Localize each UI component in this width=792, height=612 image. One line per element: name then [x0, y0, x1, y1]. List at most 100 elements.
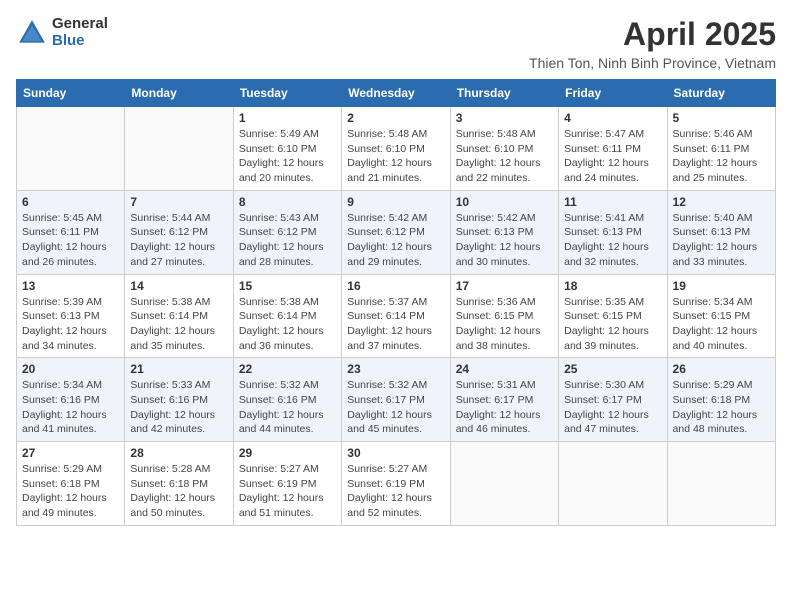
day-cell: 5Sunrise: 5:46 AM Sunset: 6:11 PM Daylig… — [667, 107, 775, 191]
day-number: 19 — [673, 279, 770, 293]
day-cell: 16 Sunrise: 5:37 AM Sunset: 6:14 PM Dayli… — [342, 274, 450, 358]
day-cell: 2 Sunrise: 5:48 AM Sunset: 6:10 PM Daylig… — [342, 107, 450, 191]
day-info: Sunrise: 5:39 AM Sunset: 6:13 PM Dayligh… — [22, 295, 119, 354]
day-cell: 9 Sunrise: 5:42 AM Sunset: 6:12 PM Daylig… — [342, 190, 450, 274]
logo-icon — [16, 17, 48, 49]
day-info: Sunrise: 5:38 AM Sunset: 6:14 PM Dayligh… — [130, 295, 227, 354]
day-number: 17 — [456, 279, 553, 293]
day-cell: 1 Sunrise: 5:49 AM Sunset: 6:10 PM Daylig… — [233, 107, 341, 191]
day-cell — [125, 107, 233, 191]
day-cell: 30 Sunrise: 5:27 AM Sunset: 6:19 PM Dayli… — [342, 442, 450, 526]
day-info: Sunrise: 5:48 AM Sunset: 6:10 PM Dayligh… — [456, 127, 553, 186]
day-info: Sunrise: 5:42 AM Sunset: 6:13 PM Dayligh… — [456, 211, 553, 270]
day-number: 4 — [564, 111, 661, 125]
day-cell: 15Sunrise: 5:38 AM Sunset: 6:14 PM Dayli… — [233, 274, 341, 358]
day-cell: 24 Sunrise: 5:31 AM Sunset: 6:17 PM Dayli… — [450, 358, 558, 442]
month-title: April 2025 — [529, 16, 776, 53]
week-row-1: 1 Sunrise: 5:49 AM Sunset: 6:10 PM Daylig… — [17, 107, 776, 191]
day-info: Sunrise: 5:27 AM Sunset: 6:19 PM Dayligh… — [347, 462, 444, 521]
day-number: 16 — [347, 279, 444, 293]
day-number: 26 — [673, 362, 770, 376]
day-cell: 13Sunrise: 5:39 AM Sunset: 6:13 PM Dayli… — [17, 274, 125, 358]
day-number: 20 — [22, 362, 119, 376]
day-cell: 18 Sunrise: 5:35 AM Sunset: 6:15 PM Dayli… — [559, 274, 667, 358]
day-number: 30 — [347, 446, 444, 460]
day-info: Sunrise: 5:48 AM Sunset: 6:10 PM Dayligh… — [347, 127, 444, 186]
day-cell — [667, 442, 775, 526]
col-header-wednesday: Wednesday — [342, 80, 450, 107]
day-cell: 4 Sunrise: 5:47 AM Sunset: 6:11 PM Daylig… — [559, 107, 667, 191]
day-info: Sunrise: 5:28 AM Sunset: 6:18 PM Dayligh… — [130, 462, 227, 521]
day-number: 2 — [347, 111, 444, 125]
calendar-table: SundayMondayTuesdayWednesdayThursdayFrid… — [16, 79, 776, 526]
day-number: 9 — [347, 195, 444, 209]
day-info: Sunrise: 5:44 AM Sunset: 6:12 PM Dayligh… — [130, 211, 227, 270]
day-cell: 29Sunrise: 5:27 AM Sunset: 6:19 PM Dayli… — [233, 442, 341, 526]
day-cell: 14 Sunrise: 5:38 AM Sunset: 6:14 PM Dayli… — [125, 274, 233, 358]
title-area: April 2025 Thien Ton, Ninh Binh Province… — [529, 16, 776, 71]
day-cell: 25Sunrise: 5:30 AM Sunset: 6:17 PM Dayli… — [559, 358, 667, 442]
day-cell — [450, 442, 558, 526]
day-cell: 21 Sunrise: 5:33 AM Sunset: 6:16 PM Dayli… — [125, 358, 233, 442]
col-header-thursday: Thursday — [450, 80, 558, 107]
day-number: 23 — [347, 362, 444, 376]
day-number: 14 — [130, 279, 227, 293]
day-cell: 19 Sunrise: 5:34 AM Sunset: 6:15 PM Dayli… — [667, 274, 775, 358]
day-number: 5 — [673, 111, 770, 125]
day-cell: 22 Sunrise: 5:32 AM Sunset: 6:16 PM Dayli… — [233, 358, 341, 442]
day-cell: 6 Sunrise: 5:45 AM Sunset: 6:11 PM Daylig… — [17, 190, 125, 274]
day-info: Sunrise: 5:36 AM Sunset: 6:15 PM Dayligh… — [456, 295, 553, 354]
day-info: Sunrise: 5:34 AM Sunset: 6:15 PM Dayligh… — [673, 295, 770, 354]
day-info: Sunrise: 5:35 AM Sunset: 6:15 PM Dayligh… — [564, 295, 661, 354]
day-info: Sunrise: 5:29 AM Sunset: 6:18 PM Dayligh… — [673, 378, 770, 437]
day-info: Sunrise: 5:27 AM Sunset: 6:19 PM Dayligh… — [239, 462, 336, 521]
day-info: Sunrise: 5:38 AM Sunset: 6:14 PM Dayligh… — [239, 295, 336, 354]
day-cell: 26 Sunrise: 5:29 AM Sunset: 6:18 PM Dayli… — [667, 358, 775, 442]
day-cell: 23 Sunrise: 5:32 AM Sunset: 6:17 PM Dayli… — [342, 358, 450, 442]
header-row: SundayMondayTuesdayWednesdayThursdayFrid… — [17, 80, 776, 107]
day-cell: 7Sunrise: 5:44 AM Sunset: 6:12 PM Daylig… — [125, 190, 233, 274]
week-row-5: 27 Sunrise: 5:29 AM Sunset: 6:18 PM Dayli… — [17, 442, 776, 526]
day-number: 27 — [22, 446, 119, 460]
week-row-4: 20 Sunrise: 5:34 AM Sunset: 6:16 PM Dayli… — [17, 358, 776, 442]
day-cell: 11 Sunrise: 5:41 AM Sunset: 6:13 PM Dayli… — [559, 190, 667, 274]
day-info: Sunrise: 5:45 AM Sunset: 6:11 PM Dayligh… — [22, 211, 119, 270]
location-title: Thien Ton, Ninh Binh Province, Vietnam — [529, 55, 776, 71]
day-number: 11 — [564, 195, 661, 209]
col-header-friday: Friday — [559, 80, 667, 107]
day-cell: 10Sunrise: 5:42 AM Sunset: 6:13 PM Dayli… — [450, 190, 558, 274]
day-info: Sunrise: 5:31 AM Sunset: 6:17 PM Dayligh… — [456, 378, 553, 437]
day-info: Sunrise: 5:42 AM Sunset: 6:12 PM Dayligh… — [347, 211, 444, 270]
logo-general: General — [52, 16, 108, 33]
day-cell: 12Sunrise: 5:40 AM Sunset: 6:13 PM Dayli… — [667, 190, 775, 274]
day-cell: 20 Sunrise: 5:34 AM Sunset: 6:16 PM Dayli… — [17, 358, 125, 442]
day-info: Sunrise: 5:41 AM Sunset: 6:13 PM Dayligh… — [564, 211, 661, 270]
col-header-saturday: Saturday — [667, 80, 775, 107]
logo: General Blue — [16, 16, 108, 49]
day-info: Sunrise: 5:32 AM Sunset: 6:17 PM Dayligh… — [347, 378, 444, 437]
day-cell: 27 Sunrise: 5:29 AM Sunset: 6:18 PM Dayli… — [17, 442, 125, 526]
day-cell: 8Sunrise: 5:43 AM Sunset: 6:12 PM Daylig… — [233, 190, 341, 274]
day-number: 18 — [564, 279, 661, 293]
day-info: Sunrise: 5:49 AM Sunset: 6:10 PM Dayligh… — [239, 127, 336, 186]
logo-text: General Blue — [52, 16, 108, 49]
day-cell: 3Sunrise: 5:48 AM Sunset: 6:10 PM Daylig… — [450, 107, 558, 191]
day-number: 21 — [130, 362, 227, 376]
day-cell — [17, 107, 125, 191]
day-info: Sunrise: 5:37 AM Sunset: 6:14 PM Dayligh… — [347, 295, 444, 354]
day-info: Sunrise: 5:47 AM Sunset: 6:11 PM Dayligh… — [564, 127, 661, 186]
day-number: 22 — [239, 362, 336, 376]
day-info: Sunrise: 5:29 AM Sunset: 6:18 PM Dayligh… — [22, 462, 119, 521]
col-header-monday: Monday — [125, 80, 233, 107]
day-number: 24 — [456, 362, 553, 376]
day-number: 6 — [22, 195, 119, 209]
day-info: Sunrise: 5:30 AM Sunset: 6:17 PM Dayligh… — [564, 378, 661, 437]
day-number: 1 — [239, 111, 336, 125]
week-row-3: 13Sunrise: 5:39 AM Sunset: 6:13 PM Dayli… — [17, 274, 776, 358]
day-info: Sunrise: 5:32 AM Sunset: 6:16 PM Dayligh… — [239, 378, 336, 437]
day-cell: 17 Sunrise: 5:36 AM Sunset: 6:15 PM Dayli… — [450, 274, 558, 358]
day-info: Sunrise: 5:33 AM Sunset: 6:16 PM Dayligh… — [130, 378, 227, 437]
col-header-tuesday: Tuesday — [233, 80, 341, 107]
day-cell — [559, 442, 667, 526]
day-info: Sunrise: 5:34 AM Sunset: 6:16 PM Dayligh… — [22, 378, 119, 437]
